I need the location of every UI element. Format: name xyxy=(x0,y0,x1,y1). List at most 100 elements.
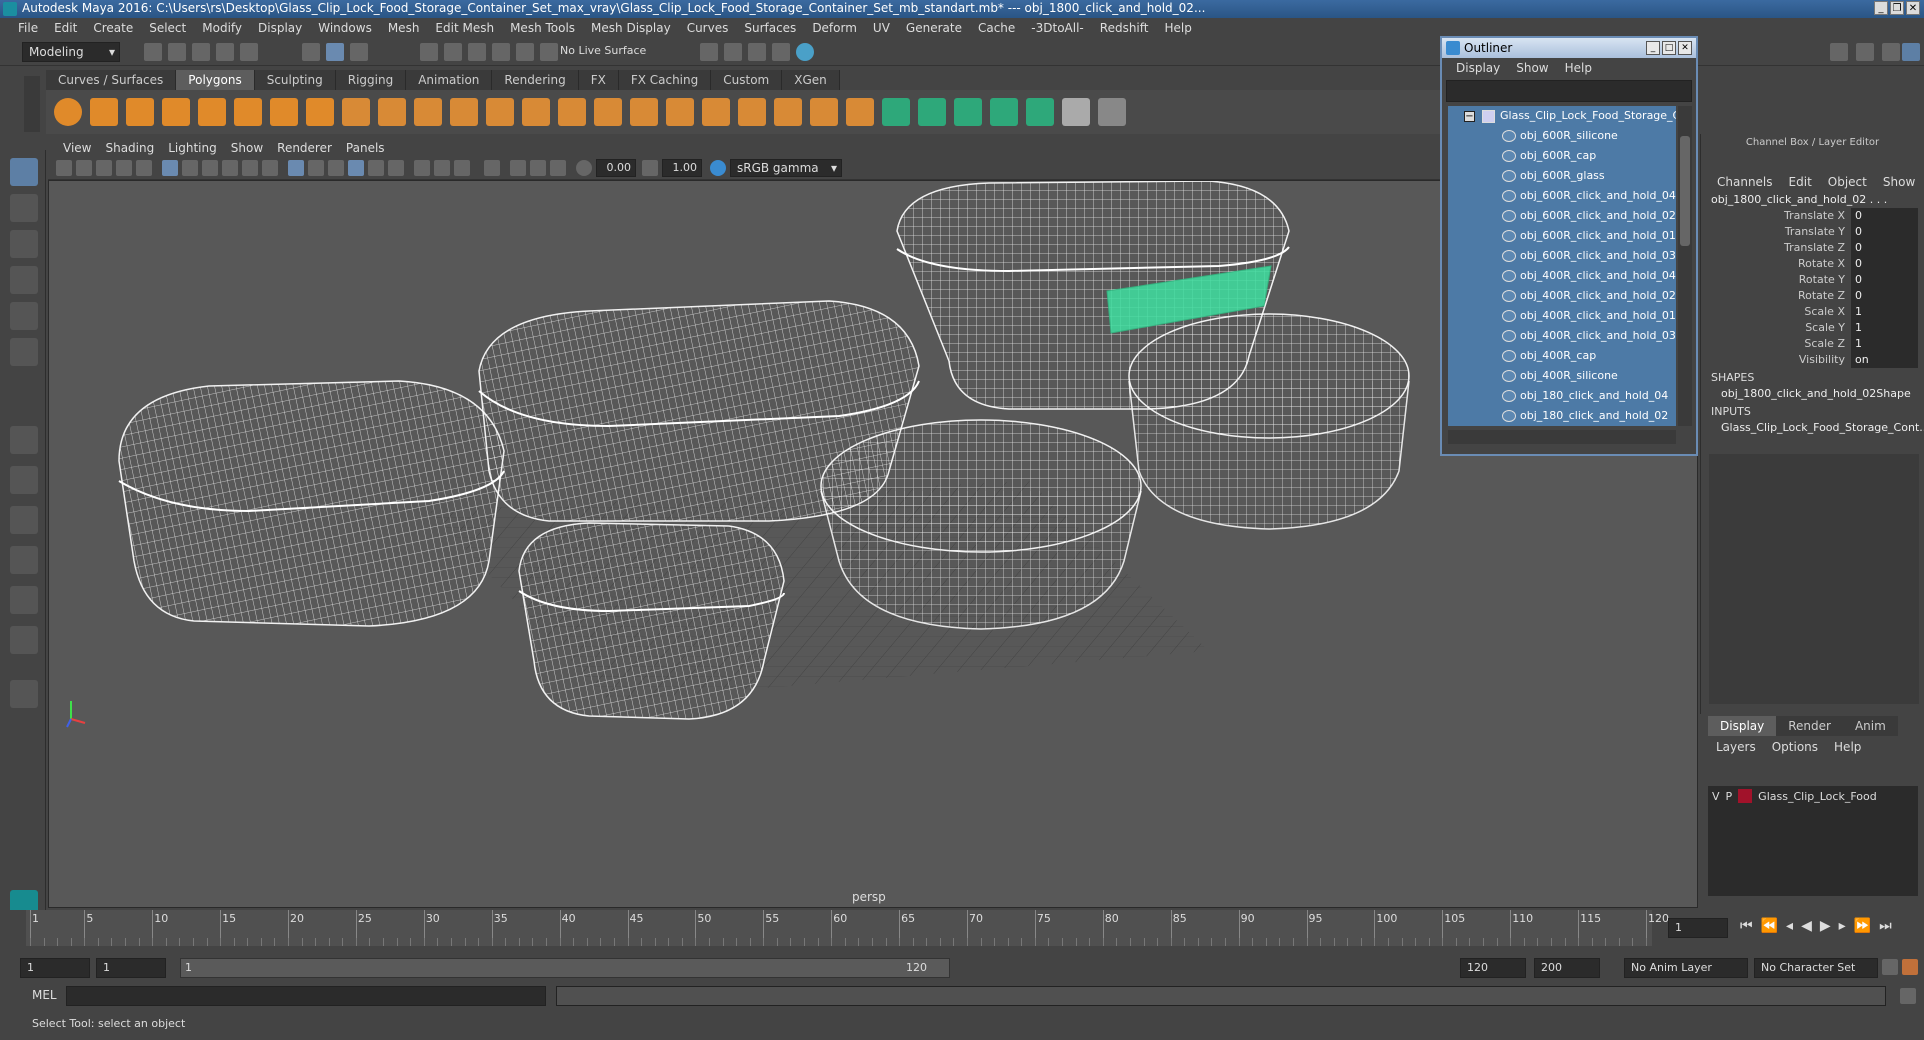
menu-generate[interactable]: Generate xyxy=(898,21,970,35)
menu-mesh-tools[interactable]: Mesh Tools xyxy=(502,21,583,35)
wireframe-on-shaded-icon[interactable] xyxy=(328,160,344,176)
character-set-dropdown[interactable]: No Character Set xyxy=(1754,958,1878,978)
move-tool-icon[interactable] xyxy=(10,266,38,294)
menu-redshift[interactable]: Redshift xyxy=(1092,21,1157,35)
outliner-item[interactable]: obj_600R_click_and_hold_04 xyxy=(1448,186,1676,206)
attr-value[interactable]: 1 xyxy=(1851,320,1918,336)
playback-end-field[interactable]: 120 xyxy=(1460,958,1526,978)
menu-edit[interactable]: Edit xyxy=(46,21,85,35)
paint-select-tool-icon[interactable] xyxy=(10,230,38,258)
layer-menu-options[interactable]: Options xyxy=(1764,736,1826,758)
vp-menu-renderer[interactable]: Renderer xyxy=(270,138,339,158)
menu-uv[interactable]: UV xyxy=(865,21,898,35)
outliner-item[interactable]: obj_600R_cap xyxy=(1448,146,1676,166)
vp-menu-view[interactable]: View xyxy=(56,138,98,158)
menu-select[interactable]: Select xyxy=(141,21,194,35)
uv-sew-icon[interactable] xyxy=(1098,98,1126,126)
attr-value[interactable]: 0 xyxy=(1851,256,1918,272)
field-chart-icon[interactable] xyxy=(242,160,258,176)
tab-animation[interactable]: Animation xyxy=(406,70,493,90)
xray-icon[interactable] xyxy=(348,160,364,176)
extrude-icon[interactable] xyxy=(594,98,622,126)
cb-menu-channels[interactable]: Channels xyxy=(1709,172,1781,192)
render-settings-icon[interactable] xyxy=(772,43,790,61)
target-weld-icon[interactable] xyxy=(846,98,874,126)
combine-icon[interactable] xyxy=(342,98,370,126)
attr-value[interactable]: 0 xyxy=(1851,224,1918,240)
play-backwards-icon[interactable]: ◀ xyxy=(1801,918,1812,934)
ipr-render-icon[interactable] xyxy=(748,43,766,61)
attr-value[interactable]: 0 xyxy=(1851,208,1918,224)
go-to-end-icon[interactable]: ⏭ xyxy=(1879,918,1892,934)
poly-cone-icon[interactable] xyxy=(162,98,190,126)
step-forward-key-icon[interactable]: ⏩ xyxy=(1854,918,1871,934)
maximize-button[interactable]: ❐ xyxy=(1890,1,1904,15)
outliner-item[interactable]: obj_600R_silicone xyxy=(1448,126,1676,146)
bevel-icon[interactable] xyxy=(666,98,694,126)
layout-options-icon[interactable] xyxy=(10,626,38,654)
tab-render[interactable]: Render xyxy=(1776,716,1843,736)
tab-fx-caching[interactable]: FX Caching xyxy=(618,70,712,90)
attr-rotate-x[interactable]: Rotate X 0 xyxy=(1701,256,1924,272)
attr-rotate-y[interactable]: Rotate Y 0 xyxy=(1701,272,1924,288)
select-tool-icon[interactable] xyxy=(10,158,38,186)
snap-curve-icon[interactable] xyxy=(444,43,462,61)
menu-3dtoall[interactable]: -3DtoAll- xyxy=(1023,21,1091,35)
xray-joints-icon[interactable] xyxy=(510,160,526,176)
attr-translate-z[interactable]: Translate Z 0 xyxy=(1701,240,1924,256)
resolution-gate-icon[interactable] xyxy=(202,160,218,176)
persp-graph-icon[interactable] xyxy=(10,546,38,574)
fill-hole-icon[interactable] xyxy=(738,98,766,126)
tab-rendering[interactable]: Rendering xyxy=(492,70,579,90)
outliner-horizontal-scrollbar[interactable] xyxy=(1448,430,1676,444)
time-slider-track[interactable]: 1 5 10 15 20 25 30 35 40 45 50 55 60 65 70 75 80 85 90 95 10… xyxy=(26,910,1669,946)
snap-view-icon[interactable] xyxy=(492,43,510,61)
default-lighting-icon[interactable] xyxy=(368,160,384,176)
2d-pan-icon[interactable] xyxy=(136,160,152,176)
film-gate-icon[interactable] xyxy=(182,160,198,176)
collapse-toggle-icon[interactable]: − xyxy=(1464,111,1475,122)
separate-icon[interactable] xyxy=(378,98,406,126)
script-editor-icon[interactable] xyxy=(1900,988,1916,1004)
bookmark-icon[interactable] xyxy=(96,160,112,176)
menu-help[interactable]: Help xyxy=(1156,21,1199,35)
tab-curves-surfaces[interactable]: Curves / Surfaces xyxy=(46,70,177,90)
exposure-field[interactable]: 0.00 xyxy=(596,159,636,177)
xray-active-icon[interactable] xyxy=(530,160,546,176)
attr-value[interactable]: 0 xyxy=(1851,240,1918,256)
backface-icon[interactable] xyxy=(550,160,566,176)
outliner-item[interactable]: obj_400R_click_and_hold_04 xyxy=(1448,266,1676,286)
attr-rotate-z[interactable]: Rotate Z 0 xyxy=(1701,288,1924,304)
mode-dropdown[interactable]: Modeling ▾ xyxy=(22,42,120,62)
snap-surface-icon[interactable] xyxy=(516,43,534,61)
poly-cylinder-icon[interactable] xyxy=(126,98,154,126)
menu-windows[interactable]: Windows xyxy=(310,21,380,35)
anim-layer-dropdown[interactable]: No Anim Layer xyxy=(1624,958,1748,978)
step-back-key-icon[interactable]: ⏪ xyxy=(1761,918,1778,934)
vp-menu-shading[interactable]: Shading xyxy=(98,138,161,158)
snap-grid-icon[interactable] xyxy=(420,43,438,61)
select-component-icon[interactable] xyxy=(350,43,368,61)
cb-menu-object[interactable]: Object xyxy=(1820,172,1875,192)
outliner-item[interactable]: obj_600R_click_and_hold_02 xyxy=(1448,206,1676,226)
outliner-search-input[interactable] xyxy=(1446,80,1692,102)
attr-value[interactable]: on xyxy=(1851,352,1918,368)
layer-row[interactable]: V P Glass_Clip_Lock_Food xyxy=(1708,786,1918,806)
tool-settings-icon[interactable] xyxy=(1882,43,1900,61)
layer-color-swatch[interactable] xyxy=(1738,789,1753,803)
attr-scale-x[interactable]: Scale X 1 xyxy=(1701,304,1924,320)
render-view-icon[interactable] xyxy=(700,43,718,61)
isolate-select-icon[interactable] xyxy=(484,160,500,176)
gamma-icon[interactable] xyxy=(642,160,658,176)
step-forward-frame-icon[interactable]: ▸ xyxy=(1839,918,1846,934)
snap-point-icon[interactable] xyxy=(468,43,486,61)
lasso-tool-icon[interactable] xyxy=(10,194,38,222)
outliner-item[interactable]: obj_180_click_and_hold_02 xyxy=(1448,406,1676,426)
attr-value[interactable]: 1 xyxy=(1851,304,1918,320)
command-input[interactable] xyxy=(66,986,546,1006)
layer-playback-toggle[interactable]: P xyxy=(1726,790,1733,803)
menu-deform[interactable]: Deform xyxy=(804,21,865,35)
outliner-item[interactable]: obj_600R_click_and_hold_01 xyxy=(1448,226,1676,246)
layer-visibility-toggle[interactable]: V xyxy=(1712,790,1720,803)
layer-name[interactable]: Glass_Clip_Lock_Food xyxy=(1758,790,1877,803)
